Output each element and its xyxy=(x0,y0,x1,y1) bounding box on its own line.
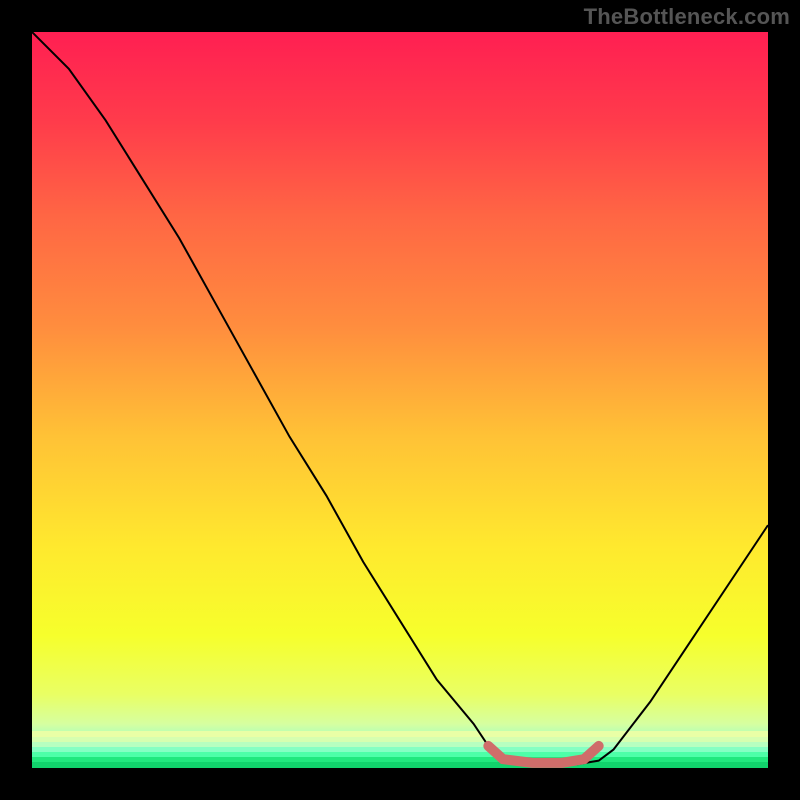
optimal-band xyxy=(488,746,598,763)
chart-frame: TheBottleneck.com xyxy=(0,0,800,800)
watermark-text: TheBottleneck.com xyxy=(584,4,790,30)
curve-layer xyxy=(32,32,768,768)
plot-area xyxy=(32,32,768,768)
bottleneck-curve xyxy=(32,32,768,764)
